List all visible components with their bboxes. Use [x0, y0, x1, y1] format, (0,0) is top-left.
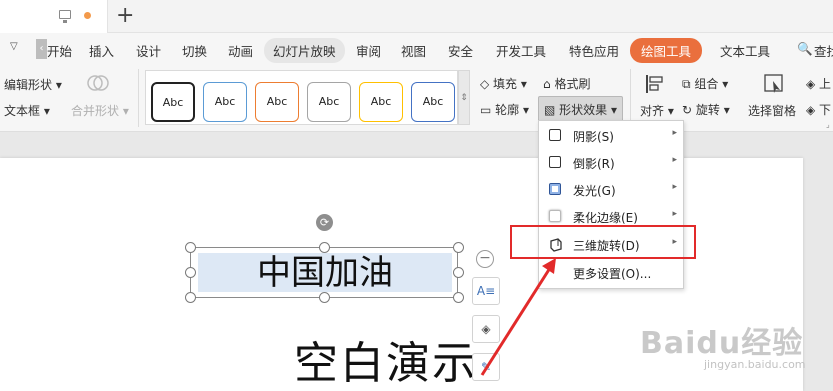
search-icon[interactable]: 🔍	[797, 41, 813, 57]
bring-up-label: 上	[819, 77, 832, 91]
tab-animation[interactable]: 动画	[228, 41, 253, 60]
menu-item-glow[interactable]: 发光(G) ▸	[539, 176, 685, 203]
soft-edges-icon	[549, 210, 561, 222]
edit-shape-label: 编辑形状	[4, 78, 53, 92]
format-painter-button[interactable]: ⌂ 格式刷	[543, 75, 590, 92]
shape-style-gallery: Abc Abc Abc Abc Abc Abc	[145, 70, 458, 125]
tab-insert[interactable]: 插入	[89, 41, 114, 60]
reflection-icon	[549, 156, 561, 168]
title-bar: +	[0, 0, 833, 33]
menu-item-label: 更多设置(O)...	[573, 267, 652, 281]
bring-up-button[interactable]: ◈ 上	[806, 75, 831, 92]
drawing-toolbar: 编辑形状 ▾ 文本框 ▾ 合并形状 ▾ Abc Abc Abc Abc Abc …	[0, 65, 833, 132]
tab-start[interactable]: 开始	[47, 41, 72, 60]
resize-handle[interactable]	[453, 242, 464, 253]
text-box-label: 文本框	[4, 104, 41, 118]
tab-design[interactable]: 设计	[136, 41, 161, 60]
resize-handle[interactable]	[453, 292, 464, 303]
resize-handle[interactable]	[185, 292, 196, 303]
tab-slideshow[interactable]: 幻灯片放映	[264, 38, 345, 63]
menu-item-reflection[interactable]: 倒影(R) ▸	[539, 149, 685, 176]
merge-shape-button[interactable]: 合并形状 ▾	[71, 102, 129, 119]
tab-text-tools[interactable]: 文本工具	[720, 41, 770, 60]
slide-title-text[interactable]: 中国加油	[198, 250, 452, 294]
tab-developer[interactable]: 开发工具	[496, 41, 546, 60]
expand-icon[interactable]: ⌟	[826, 120, 830, 129]
fill-label: 填充	[493, 77, 518, 91]
watermark-url: jingyan.baidu.com	[704, 358, 806, 371]
send-down-button[interactable]: ◈ 下	[806, 101, 831, 118]
align-label: 对齐	[640, 104, 665, 118]
menu-item-shadow[interactable]: 阴影(S) ▸	[539, 122, 685, 149]
slide-subtitle-text[interactable]: 空白演示	[294, 337, 478, 391]
format-painter-label: 格式刷	[554, 77, 591, 91]
style-sample[interactable]: Abc	[151, 82, 195, 122]
shape-effect-button[interactable]: ▧ 形状效果 ▾	[538, 96, 624, 123]
resize-handle[interactable]	[319, 292, 330, 303]
style-sample[interactable]: Abc	[359, 82, 403, 122]
style-sample[interactable]: Abc	[307, 82, 351, 122]
tab-drawing-tools[interactable]: 绘图工具	[630, 38, 703, 63]
tab-view[interactable]: 视图	[401, 41, 426, 60]
rotate-handle-icon[interactable]: ⟳	[316, 214, 333, 231]
resize-handle[interactable]	[319, 242, 330, 253]
text-box-button[interactable]: 文本框 ▾	[4, 102, 50, 119]
resize-handle[interactable]	[185, 242, 196, 253]
quick-access-dropdown-icon[interactable]: ▽	[10, 41, 18, 52]
group-button[interactable]: ⧉ 组合 ▾	[682, 75, 728, 92]
submenu-arrow-icon: ▸	[672, 209, 677, 219]
group-label: 组合	[694, 77, 719, 91]
rotate-button[interactable]: ↻ 旋转 ▾	[682, 101, 730, 118]
style-sample[interactable]: Abc	[203, 82, 247, 122]
select-pane-button[interactable]: 选择窗格	[748, 102, 796, 119]
fill-button[interactable]: ◇ 填充 ▾	[480, 75, 527, 92]
edit-shape-button[interactable]: 编辑形状 ▾	[4, 76, 62, 93]
menu-item-label: 倒影(R)	[573, 157, 615, 171]
new-tab-button[interactable]: +	[116, 3, 134, 29]
gallery-scroll-icon[interactable]: ⇕	[458, 70, 470, 125]
submenu-arrow-icon: ▸	[672, 128, 677, 138]
submenu-arrow-icon: ▸	[672, 182, 677, 192]
merge-shape-icon	[87, 75, 109, 91]
glow-icon	[549, 183, 561, 195]
divider	[630, 69, 631, 127]
menu-item-label: 发光(G)	[573, 184, 616, 198]
select-pane-icon	[764, 74, 783, 93]
annotation-arrow	[480, 258, 556, 376]
align-button[interactable]: 对齐 ▾	[640, 102, 674, 119]
shadow-icon	[549, 129, 561, 141]
style-sample[interactable]: Abc	[411, 82, 455, 122]
tab-transition[interactable]: 切换	[182, 41, 207, 60]
monitor-icon	[59, 10, 71, 23]
resize-handle[interactable]	[453, 267, 464, 278]
outline-label: 轮廓	[495, 103, 520, 117]
tab-review[interactable]: 审阅	[356, 41, 381, 60]
tab-features[interactable]: 特色应用	[569, 41, 619, 60]
resize-handle[interactable]	[185, 267, 196, 278]
rotate-label: 旋转	[695, 103, 720, 117]
watermark-logo: Baidu经验	[640, 326, 804, 361]
unsaved-dot-icon	[84, 12, 91, 19]
shape-effect-label: 形状效果	[559, 103, 608, 117]
divider	[138, 69, 139, 127]
ribbon-tabs: ▽ ‹ 开始 插入 设计 切换 动画 幻灯片放映 审阅 视图 安全 开发工具 特…	[0, 33, 833, 65]
menu-item-label: 阴影(S)	[573, 130, 614, 144]
tab-security[interactable]: 安全	[448, 41, 473, 60]
align-icon	[646, 75, 663, 93]
outline-button[interactable]: ▭ 轮廓 ▾	[480, 101, 529, 118]
style-sample[interactable]: Abc	[255, 82, 299, 122]
tab-find[interactable]: 查找	[814, 41, 833, 60]
menu-item-label: 柔化边缘(E)	[573, 211, 638, 225]
document-tab[interactable]	[0, 0, 108, 33]
submenu-arrow-icon: ▸	[672, 155, 677, 165]
send-down-label: 下	[819, 103, 832, 117]
scroll-left-icon[interactable]: ‹	[36, 39, 47, 59]
merge-shape-label: 合并形状	[71, 104, 120, 118]
